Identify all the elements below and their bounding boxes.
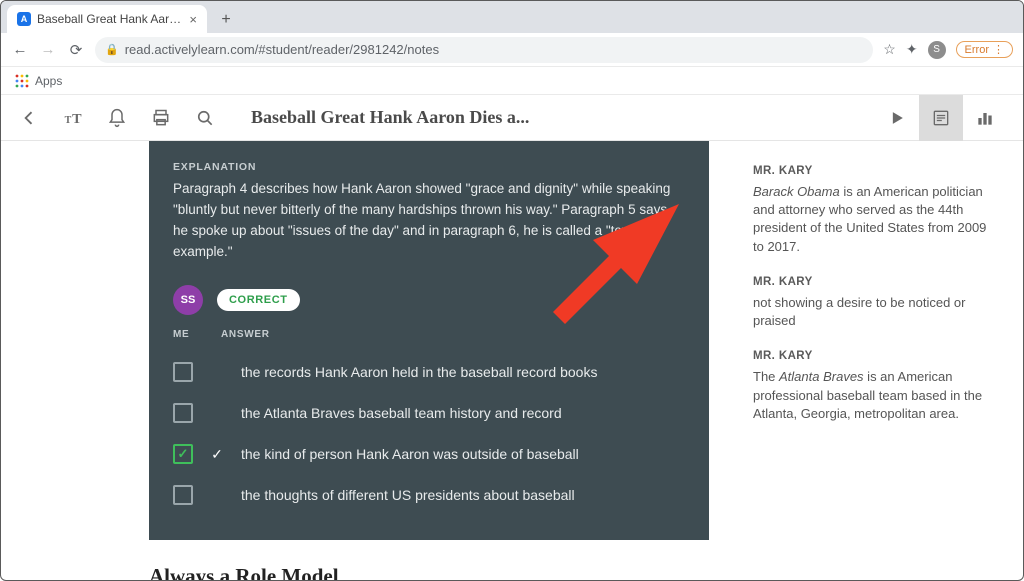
correct-mark-icon: ✓ [193,444,241,463]
answer-row[interactable]: ✓the kind of person Hank Aaron was outsi… [173,434,685,475]
error-badge[interactable]: Error⋮ [956,41,1013,58]
apps-grid-icon[interactable] [15,74,29,88]
bookmarks-bar: Apps [1,67,1023,95]
page-title: Baseball Great Hank Aaron Dies a... [251,107,875,128]
profile-avatar[interactable]: S [928,41,946,59]
note-body: The Atlanta Braves is an American profes… [753,368,995,423]
nav-forward-icon: → [39,41,57,58]
text-size-button[interactable]: TT [51,95,95,141]
notes-panel-button[interactable] [919,95,963,141]
stats-button[interactable] [963,95,1007,141]
note-author: MR. KARY [753,274,995,290]
answer-text: the thoughts of different US presidents … [241,485,685,506]
answer-row[interactable]: the Atlanta Braves baseball team history… [173,393,685,434]
nav-reload-icon[interactable]: ⟳ [67,41,85,59]
back-button[interactable] [7,95,51,141]
question-box: EXPLANATION Paragraph 4 describes how Ha… [149,141,709,540]
search-button[interactable] [183,95,227,141]
teacher-note[interactable]: MR. KARY Barack Obama is an American poli… [753,163,995,256]
app-toolbar: TT Baseball Great Hank Aaron Dies a... [1,95,1023,141]
answer-row[interactable]: the records Hank Aaron held in the baseb… [173,352,685,393]
correct-mark-icon [193,362,241,364]
answer-text: the records Hank Aaron held in the baseb… [241,362,685,383]
answers-list: the records Hank Aaron held in the baseb… [173,352,685,516]
note-body: Barack Obama is an American politician a… [753,183,995,256]
notifications-button[interactable] [95,95,139,141]
note-author: MR. KARY [753,348,995,364]
play-audio-button[interactable] [875,95,919,141]
lock-icon: 🔒 [105,43,119,56]
new-tab-button[interactable]: + [213,7,239,33]
note-body: not showing a desire to be noticed or pr… [753,294,995,330]
correct-mark-icon [193,485,241,487]
bookmark-star-icon[interactable]: ☆ [883,41,896,58]
browser-address-bar: ← → ⟳ 🔒 read.activelylearn.com/#student/… [1,33,1023,67]
close-icon[interactable]: × [189,12,197,27]
extensions-icon[interactable]: ✦ [906,41,918,58]
answer-checkbox[interactable] [173,485,193,505]
column-header-me: ME [173,329,213,340]
answer-text: the Atlanta Braves baseball team history… [241,403,685,424]
url-input[interactable]: 🔒 read.activelylearn.com/#student/reader… [95,37,873,63]
nav-back-icon[interactable]: ← [11,41,29,58]
answer-checkbox[interactable] [173,444,193,464]
student-avatar: SS [173,285,203,315]
explanation-text: Paragraph 4 describes how Hank Aaron sho… [173,179,685,263]
answer-text: the kind of person Hank Aaron was outsid… [241,444,685,465]
section-heading: Always a Role Model [149,564,709,580]
browser-tab[interactable]: A Baseball Great Hank Aaron Die × [7,5,207,33]
status-badge: CORRECT [217,289,300,311]
svg-text:T: T [65,115,72,126]
answer-row[interactable]: the thoughts of different US presidents … [173,475,685,516]
url-text: read.activelylearn.com/#student/reader/2… [125,42,439,57]
favicon-icon: A [17,12,31,26]
print-button[interactable] [139,95,183,141]
answer-checkbox[interactable] [173,403,193,423]
main-content: EXPLANATION Paragraph 4 describes how Ha… [1,141,733,580]
answer-checkbox[interactable] [173,362,193,382]
notes-sidebar: MR. KARY Barack Obama is an American poli… [733,141,1023,580]
apps-label[interactable]: Apps [35,74,62,88]
note-author: MR. KARY [753,163,995,179]
column-header-answer: ANSWER [221,329,270,340]
correct-mark-icon [193,403,241,405]
explanation-label: EXPLANATION [173,161,685,173]
svg-text:T: T [72,111,82,127]
teacher-note[interactable]: MR. KARY not showing a desire to be notic… [753,274,995,330]
browser-tabbar: A Baseball Great Hank Aaron Die × + [1,1,1023,33]
teacher-note[interactable]: MR. KARY The Atlanta Braves is an America… [753,348,995,423]
tab-title: Baseball Great Hank Aaron Die [37,12,183,26]
